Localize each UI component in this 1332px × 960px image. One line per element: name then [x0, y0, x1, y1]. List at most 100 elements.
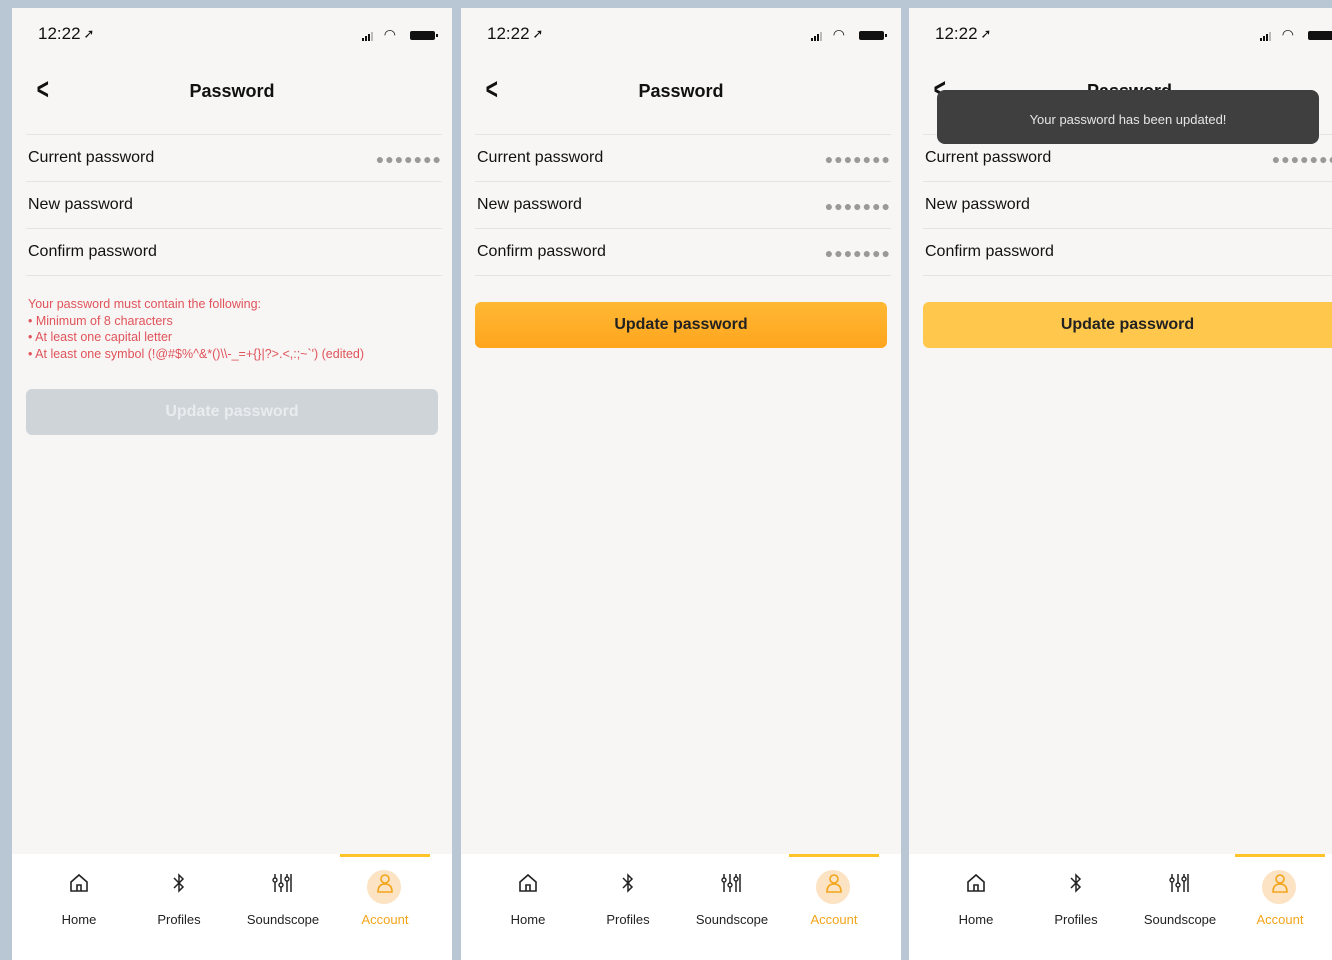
- location-arrow-icon: ➚: [980, 26, 992, 41]
- nav-bar: < Password: [12, 66, 452, 118]
- location-arrow-icon: ➚: [83, 26, 95, 41]
- tab-profiles[interactable]: Profiles: [583, 854, 673, 960]
- screen-password-valid: 12:22 ➚ ◠ < Password Current password ●●●…: [461, 8, 901, 960]
- tab-label: Home: [958, 912, 994, 927]
- tab-home[interactable]: Home: [34, 854, 124, 960]
- requirement-item: Minimum of 8 characters: [28, 313, 440, 330]
- tab-home[interactable]: Home: [931, 854, 1021, 960]
- account-icon: [340, 872, 430, 902]
- wifi-icon: ◠: [832, 26, 845, 42]
- field-label: Confirm password: [477, 243, 606, 260]
- wifi-icon: ◠: [383, 26, 396, 42]
- location-arrow-icon: ➚: [532, 26, 544, 41]
- new-password-field[interactable]: New password: [26, 181, 442, 228]
- tab-soundscope[interactable]: Soundscope: [687, 854, 777, 960]
- tab-account[interactable]: Account: [789, 854, 879, 960]
- confirm-password-field[interactable]: Confirm password: [923, 228, 1332, 276]
- wifi-icon: ◠: [1281, 26, 1294, 42]
- home-icon: [483, 872, 573, 902]
- password-fields: Current password ●●●●●●● New password ●●…: [475, 134, 891, 276]
- tab-label: Account: [1256, 912, 1304, 927]
- field-value: ●●●●●●●: [824, 151, 891, 167]
- password-requirements: Your password must contain the following…: [28, 296, 440, 362]
- tab-soundscope[interactable]: Soundscope: [238, 854, 328, 960]
- field-label: Current password: [925, 149, 1052, 166]
- status-time: 12:22 ➚: [38, 24, 95, 43]
- screen-password-updated: 12:22➚ ◠ < Password Current password ●●●…: [909, 8, 1332, 960]
- tab-label: Account: [361, 912, 409, 927]
- requirement-item: At least one symbol (!@#$%^&*()\\-_=+{}|…: [28, 346, 440, 363]
- update-password-button[interactable]: Update password: [26, 389, 438, 435]
- battery-icon: [410, 31, 438, 40]
- tab-bar: Home Profiles Soundscope Account: [12, 854, 452, 960]
- signal-icon: [362, 32, 376, 41]
- home-icon: [34, 872, 124, 902]
- active-tab-indicator: [340, 854, 430, 857]
- tab-label: Soundscope: [246, 912, 320, 927]
- bluetooth-icon: [134, 872, 224, 902]
- confirm-password-field[interactable]: Confirm password: [26, 228, 442, 276]
- field-value: ●●●●●●●: [375, 151, 442, 167]
- nav-bar: < Password: [461, 66, 901, 118]
- tab-account[interactable]: Account: [340, 854, 430, 960]
- tab-label: Profiles: [157, 912, 201, 927]
- tab-label: Profiles: [1054, 912, 1098, 927]
- field-label: Confirm password: [28, 243, 157, 260]
- account-icon: [789, 872, 879, 902]
- tab-label: Soundscope: [1143, 912, 1217, 927]
- field-label: New password: [477, 196, 582, 213]
- active-tab-indicator: [789, 854, 879, 857]
- tab-account[interactable]: Account: [1235, 854, 1325, 960]
- new-password-field[interactable]: New password ●●●●●●●: [475, 181, 891, 228]
- success-toast: Your password has been updated!: [937, 90, 1319, 144]
- update-password-button[interactable]: Update password: [475, 302, 887, 348]
- field-label: Current password: [28, 149, 155, 166]
- field-label: New password: [925, 196, 1030, 213]
- new-password-field[interactable]: New password: [923, 181, 1332, 228]
- tab-label: Soundscope: [695, 912, 769, 927]
- tab-profiles[interactable]: Profiles: [134, 854, 224, 960]
- page-title: Password: [189, 81, 275, 101]
- signal-icon: [1260, 32, 1274, 41]
- battery-icon: [859, 31, 887, 40]
- tab-label: Home: [510, 912, 546, 927]
- tab-label: Profiles: [606, 912, 650, 927]
- status-bar: 12:22 ➚ ◠: [909, 8, 1332, 60]
- field-value: ●●●●●●●: [824, 198, 891, 214]
- field-value: ●●●●●●●: [824, 245, 891, 261]
- account-icon: [1235, 872, 1325, 902]
- equalizer-icon: [687, 872, 777, 902]
- battery-icon: [1308, 31, 1332, 40]
- field-label: Current password: [477, 149, 604, 166]
- equalizer-icon: [238, 872, 328, 902]
- field-value: ●●●●●●●: [1271, 151, 1332, 167]
- tab-home[interactable]: Home: [483, 854, 573, 960]
- password-fields: Current password ●●●●●●● New password Co…: [26, 134, 442, 276]
- status-time: 12:22 ➚: [935, 24, 992, 43]
- current-password-field[interactable]: Current password ●●●●●●●: [475, 134, 891, 181]
- field-label: New password: [28, 196, 133, 213]
- tab-soundscope[interactable]: Soundscope: [1135, 854, 1225, 960]
- status-time: 12:22 ➚: [487, 24, 544, 43]
- signal-icon: [811, 32, 825, 41]
- status-bar: 12:22 ➚ ◠: [461, 8, 901, 60]
- requirements-heading: Your password must contain the following…: [28, 297, 262, 311]
- active-tab-indicator: [1235, 854, 1325, 857]
- field-label: Confirm password: [925, 243, 1054, 260]
- status-bar: 12:22 ➚ ◠: [12, 8, 452, 60]
- page-title: Password: [638, 81, 724, 101]
- bluetooth-icon: [583, 872, 673, 902]
- home-icon: [931, 872, 1021, 902]
- requirement-item: At least one capital letter: [28, 329, 440, 346]
- equalizer-icon: [1135, 872, 1225, 902]
- screen-password-invalid: 12:22 ➚ ◠ < Password Current password ●●●…: [12, 8, 452, 960]
- bluetooth-icon: [1031, 872, 1121, 902]
- confirm-password-field[interactable]: Confirm password ●●●●●●●: [475, 228, 891, 276]
- tab-label: Home: [61, 912, 97, 927]
- update-password-button[interactable]: Update password: [923, 302, 1332, 348]
- tab-label: Account: [810, 912, 858, 927]
- password-fields: Current password ●●●●●●● New password Co…: [923, 134, 1332, 276]
- tab-profiles[interactable]: Profiles: [1031, 854, 1121, 960]
- tab-bar: Home Profiles Soundscope Account: [909, 854, 1332, 960]
- current-password-field[interactable]: Current password ●●●●●●●: [26, 134, 442, 181]
